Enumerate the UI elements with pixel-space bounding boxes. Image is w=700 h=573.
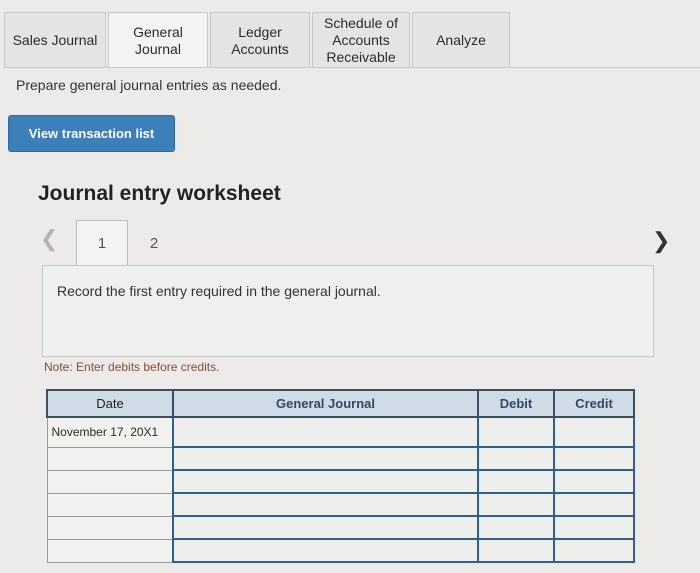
credit-header: Credit: [553, 389, 635, 418]
credit-input[interactable]: [553, 515, 635, 540]
date-cell: [46, 446, 174, 471]
date-cell: [46, 515, 174, 540]
account-input[interactable]: [172, 469, 479, 494]
debit-input[interactable]: [477, 515, 555, 540]
date-header: Date: [46, 389, 174, 418]
date-cell: November 17, 20X1: [46, 416, 174, 448]
entry-instruction-box: Record the first entry required in the g…: [42, 265, 654, 357]
table-row: November 17, 20X1: [46, 416, 635, 448]
account-input[interactable]: [172, 416, 479, 448]
account-input[interactable]: [172, 515, 479, 540]
page-tab-2[interactable]: 2: [128, 220, 180, 266]
debit-input[interactable]: [477, 492, 555, 517]
table-row: [46, 446, 635, 471]
table-row: [46, 538, 635, 563]
account-input[interactable]: [172, 538, 479, 563]
debit-input[interactable]: [477, 416, 555, 448]
view-transaction-list-button[interactable]: View transaction list: [8, 115, 175, 152]
entry-pager: ❮ 1 2 ❯: [40, 220, 700, 266]
page-tab-1[interactable]: 1: [76, 220, 128, 266]
table-header-row: Date General Journal Debit Credit: [46, 389, 635, 418]
debit-input[interactable]: [477, 469, 555, 494]
credit-input[interactable]: [553, 469, 635, 494]
chevron-right-icon[interactable]: ❯: [652, 228, 670, 254]
tab-schedule-of-accounts-receivable[interactable]: Schedule of Accounts Receivable: [312, 12, 410, 68]
entry-instruction-text: Record the first entry required in the g…: [57, 283, 381, 299]
table-row: [46, 515, 635, 540]
credit-input[interactable]: [553, 538, 635, 563]
chevron-left-icon[interactable]: ❮: [40, 226, 58, 252]
note-text: Note: Enter debits before credits.: [44, 360, 220, 374]
journal-table: Date General Journal Debit Credit Novemb…: [46, 389, 635, 563]
credit-input[interactable]: [553, 416, 635, 448]
credit-input[interactable]: [553, 492, 635, 517]
tab-general-journal[interactable]: General Journal: [108, 12, 208, 68]
tab-analyze[interactable]: Analyze: [412, 12, 510, 68]
tab-divider: [4, 67, 700, 68]
account-input[interactable]: [172, 446, 479, 471]
account-input[interactable]: [172, 492, 479, 517]
instruction-text: Prepare general journal entries as neede…: [16, 77, 282, 93]
date-cell: [46, 538, 174, 563]
tab-ledger-accounts[interactable]: Ledger Accounts: [210, 12, 310, 68]
date-cell: [46, 492, 174, 517]
table-row: [46, 469, 635, 494]
date-cell: [46, 469, 174, 494]
debit-header: Debit: [477, 389, 555, 418]
credit-input[interactable]: [553, 446, 635, 471]
debit-input[interactable]: [477, 538, 555, 563]
table-row: [46, 492, 635, 517]
tab-sales-journal[interactable]: Sales Journal: [4, 12, 106, 68]
worksheet-title: Journal entry worksheet: [38, 182, 281, 205]
debit-input[interactable]: [477, 446, 555, 471]
general-journal-header: General Journal: [172, 389, 479, 418]
